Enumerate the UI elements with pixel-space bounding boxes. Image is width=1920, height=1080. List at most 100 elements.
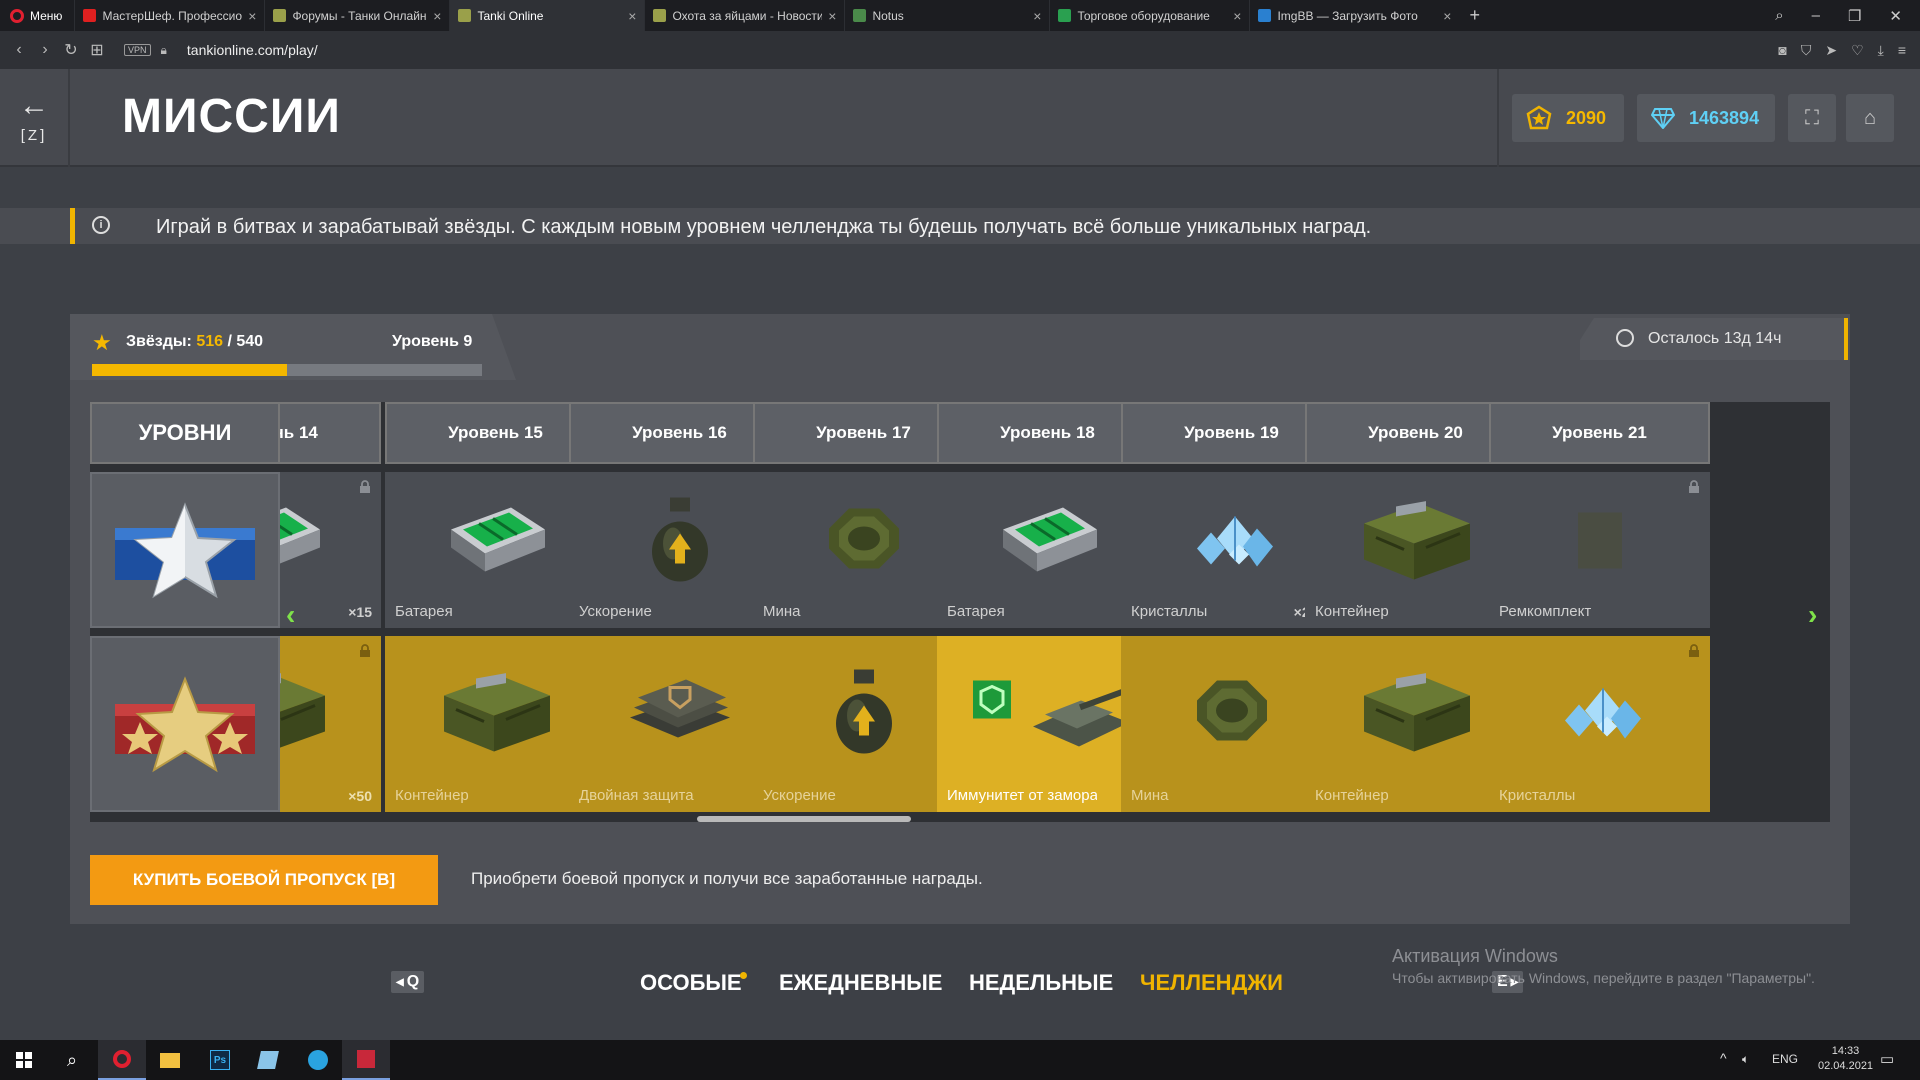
- premium-reward-cell[interactable]: Контейнер×50: [280, 636, 381, 812]
- mission-tab[interactable]: ОСОБЫЕ: [640, 970, 742, 996]
- opera-logo-icon: [10, 8, 24, 23]
- free-track-badge: [90, 472, 280, 628]
- lock-icon: 🔒︎: [160, 42, 167, 57]
- arrow-left-icon: ←: [19, 88, 49, 122]
- close-tab-icon[interactable]: ×: [1033, 8, 1041, 24]
- tab-title: Форумы - Танки Онлайн: [292, 8, 427, 23]
- home-button[interactable]: ⌂: [1846, 94, 1894, 142]
- lock-icon: [360, 480, 370, 493]
- taskbar-app[interactable]: [244, 1040, 292, 1080]
- download-icon[interactable]: ⤓: [1878, 42, 1884, 59]
- favicon-icon: [653, 9, 667, 22]
- mission-tab[interactable]: ЧЕЛЛЕНДЖИ: [1140, 970, 1283, 996]
- easy-setup-icon[interactable]: ≡: [1898, 42, 1906, 59]
- tab-title: ImgBB — Загрузить Фото: [1277, 8, 1418, 23]
- level-column: Уровень 21 Ремкомплект Кристаллы: [1489, 402, 1710, 822]
- clock-date: 02.04.2021: [1818, 1060, 1874, 1072]
- reward-quantity: ×50: [348, 788, 372, 804]
- crystals-currency[interactable]: 1463894: [1637, 94, 1775, 142]
- close-tab-icon[interactable]: ×: [628, 8, 636, 24]
- reward-label: Батарея: [395, 603, 453, 620]
- levels-track[interactable]: Уровень 14Батарея×15Контейнер×50Уровень …: [280, 402, 1830, 822]
- start-button[interactable]: [0, 1040, 48, 1080]
- notifications-icon[interactable]: ▭: [1880, 1050, 1894, 1068]
- browser-tab[interactable]: Notus ×: [844, 0, 1049, 31]
- fullscreen-button[interactable]: ⛶: [1788, 94, 1836, 142]
- tiles-icon[interactable]: ⊞: [84, 40, 110, 60]
- close-tab-icon[interactable]: ×: [1233, 8, 1241, 24]
- browser-tab[interactable]: ImgBB — Загрузить Фото ×: [1249, 0, 1459, 31]
- level-header: Уровень 14: [280, 402, 381, 464]
- favicon-icon: [1058, 9, 1072, 22]
- vpn-badge[interactable]: VPN: [124, 44, 151, 56]
- lock-icon: [360, 644, 370, 657]
- close-tab-icon[interactable]: ×: [1443, 8, 1451, 24]
- buy-battle-pass-button[interactable]: КУПИТЬ БОЕВОЙ ПРОПУСК [B]: [90, 855, 438, 905]
- clock[interactable]: 14:33 02.04.2021: [1818, 1044, 1873, 1074]
- mine-icon: [809, 498, 919, 583]
- taskbar-opera[interactable]: [98, 1040, 146, 1080]
- freeze-immunity-icon: [963, 661, 1133, 766]
- time-remaining-box: Осталось 13д 14ч: [1580, 318, 1848, 360]
- browser-tab[interactable]: Торговое оборудование ×: [1049, 0, 1249, 31]
- reward-label: Двойная защита: [579, 787, 694, 804]
- home-icon: ⌂: [1863, 106, 1877, 129]
- rewards-grid: УРОВНИ Уровень 14Батарея×15Контейнер×50У…: [90, 402, 1830, 822]
- browser-tab[interactable]: Tanki Online ×: [449, 0, 645, 31]
- mission-tab[interactable]: ЕЖЕДНЕВНЫЕ: [779, 970, 942, 996]
- taskbar-telegram[interactable]: [294, 1040, 342, 1080]
- scroll-left-icon[interactable]: ‹: [286, 599, 295, 631]
- container-icon: [436, 666, 556, 761]
- container-icon: [1356, 493, 1476, 588]
- browser-tab[interactable]: Форумы - Танки Онлайн ×: [264, 0, 449, 31]
- url-field[interactable]: tankionline.com/play/: [187, 42, 318, 58]
- forward-nav-icon[interactable]: ›: [32, 41, 58, 59]
- reward-label: Контейнер: [1315, 603, 1389, 620]
- close-tab-icon[interactable]: ×: [248, 8, 256, 24]
- reward-quantity: ×15: [348, 604, 372, 620]
- reload-icon[interactable]: ↻: [58, 40, 84, 60]
- taskbar-photoshop[interactable]: Ps: [196, 1040, 244, 1080]
- camera-icon[interactable]: ◙: [1778, 42, 1786, 59]
- send-icon[interactable]: ➤: [1825, 42, 1837, 59]
- tray-chevron-icon[interactable]: ^: [1720, 1050, 1727, 1066]
- browser-tab[interactable]: МастерШеф. Профессионалы ×: [74, 0, 264, 31]
- back-nav-icon[interactable]: ‹: [6, 41, 32, 59]
- prev-tab-key[interactable]: ◀ Q: [391, 971, 425, 993]
- new-tab-icon[interactable]: +: [1459, 5, 1490, 26]
- stars-max: 540: [236, 333, 264, 350]
- reward-label: Иммунитет от замораживания: [947, 787, 1097, 804]
- taskbar-explorer[interactable]: [146, 1040, 194, 1080]
- prev-key-label: Q: [406, 973, 420, 990]
- stars-progress-bar: [92, 364, 482, 376]
- mission-tab[interactable]: НЕДЕЛЬНЫЕ: [969, 970, 1113, 996]
- speed-boost-icon: [829, 666, 899, 761]
- minimize-icon[interactable]: –: [1812, 7, 1820, 25]
- volume-icon[interactable]: 🔈︎: [1742, 1052, 1749, 1067]
- scroll-right-icon[interactable]: ›: [1808, 599, 1817, 631]
- free-reward-cell[interactable]: Ремкомплект: [1489, 472, 1710, 628]
- info-icon: i: [92, 216, 110, 234]
- info-text: Играй в битвах и зарабатывай звёзды. С к…: [156, 216, 1372, 238]
- taskbar-app-red[interactable]: [342, 1040, 390, 1080]
- horizontal-scrollbar[interactable]: [697, 816, 911, 822]
- heart-icon[interactable]: ♡: [1851, 42, 1864, 59]
- stars-currency[interactable]: 2090: [1512, 94, 1624, 142]
- clock-time: 14:33: [1831, 1045, 1860, 1057]
- close-tab-icon[interactable]: ×: [433, 8, 441, 24]
- premium-reward-cell[interactable]: Кристаллы: [1489, 636, 1710, 812]
- taskbar-search-button[interactable]: ⌕: [48, 1040, 96, 1080]
- back-button[interactable]: ← [Z]: [0, 69, 70, 167]
- opera-menu-button[interactable]: Меню: [0, 0, 74, 31]
- language-indicator[interactable]: ENG: [1772, 1052, 1798, 1066]
- search-icon[interactable]: ⌕: [1775, 7, 1783, 25]
- windows-activation-watermark: Активация Windows Чтобы активировать Win…: [1392, 946, 1815, 986]
- browser-tab[interactable]: Охота за яйцами - Новости ×: [644, 0, 844, 31]
- close-tab-icon[interactable]: ×: [828, 8, 836, 24]
- battery-icon: [280, 499, 326, 582]
- shield-icon[interactable]: ⛉: [1801, 42, 1812, 59]
- restore-icon[interactable]: ❐: [1848, 7, 1861, 25]
- stars-value: 516: [196, 333, 224, 350]
- windows-taskbar: ⌕ Ps ^ 🔈︎ ENG 14:33 02.04.2021 ▭: [0, 1040, 1920, 1080]
- close-window-icon[interactable]: ✕: [1889, 7, 1902, 25]
